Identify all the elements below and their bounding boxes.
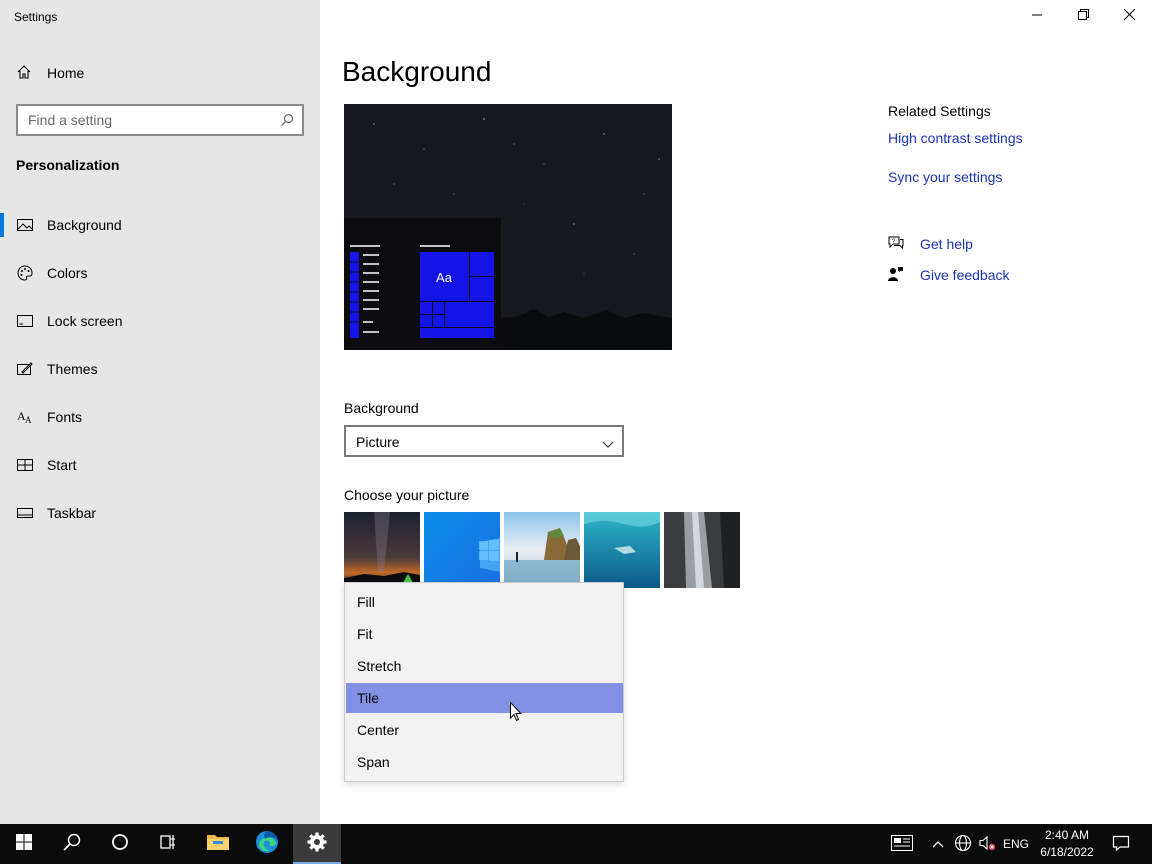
picture-thumbnail-night-sky[interactable] [344, 512, 420, 588]
search-input[interactable] [18, 106, 268, 134]
background-type-value: Picture [356, 434, 400, 450]
clock[interactable]: 2:40 AM 6/18/2022 [1032, 827, 1102, 861]
window-title: Settings [14, 10, 58, 24]
picture-icon [17, 217, 33, 233]
fit-option-fit[interactable]: Fit [346, 619, 623, 649]
minimize-icon [1032, 7, 1042, 25]
feedback-person-icon [888, 266, 904, 285]
sidebar-item-start[interactable]: Start [0, 445, 320, 485]
chevron-up-icon [932, 837, 944, 851]
chevron-down-icon [602, 436, 614, 452]
page-title: Background [342, 56, 492, 87]
search-taskbar-button[interactable] [48, 824, 96, 864]
taskbar-icon [17, 505, 33, 521]
sidebar-item-taskbar[interactable]: Taskbar [0, 493, 320, 533]
fit-option-tile[interactable]: Tile [346, 683, 623, 713]
sidebar-item-label: Background [47, 217, 122, 233]
globe-network-icon [954, 834, 972, 855]
related-settings-title: Related Settings [888, 103, 991, 119]
svg-text:A: A [25, 415, 32, 425]
give-feedback-link[interactable]: Give feedback [888, 266, 1038, 284]
get-help-link[interactable]: ? Get help [888, 235, 1038, 253]
lock-screen-icon [17, 313, 33, 329]
home-label: Home [47, 65, 85, 81]
fit-option-fill[interactable]: Fill [346, 587, 623, 617]
fit-option-span[interactable]: Span [346, 747, 623, 777]
file-explorer-button[interactable] [194, 824, 242, 864]
chat-help-icon: ? [888, 235, 904, 254]
preview-tile-label: Aa [436, 270, 453, 285]
sync-settings-link[interactable]: Sync your settings [888, 169, 1002, 185]
picture-thumbnail-underwater[interactable] [584, 512, 660, 588]
start-button[interactable] [0, 824, 48, 864]
themes-brush-icon [17, 361, 33, 377]
volume-muted-icon [978, 834, 996, 855]
news-widget-button[interactable] [884, 824, 920, 864]
cortana-circle-icon [111, 833, 129, 856]
edge-browser-button[interactable] [243, 824, 291, 864]
start-tiles-icon [17, 457, 33, 473]
background-type-label: Background [344, 400, 419, 416]
sidebar-item-lock-screen[interactable]: Lock screen [0, 301, 320, 341]
input-language-button[interactable]: ENG [1000, 824, 1032, 864]
home-nav[interactable]: Home [16, 62, 84, 84]
fit-option-stretch[interactable]: Stretch [346, 651, 623, 681]
fonts-icon: AA [17, 409, 33, 425]
settings-taskbar-button[interactable] [293, 824, 341, 864]
home-icon [16, 64, 32, 83]
section-title: Personalization [16, 157, 120, 173]
sidebar-item-background[interactable]: Background [0, 205, 320, 245]
picture-thumbnail-waterfall[interactable] [664, 512, 740, 588]
give-feedback-label: Give feedback [920, 267, 1010, 283]
minimize-button[interactable] [1014, 0, 1060, 32]
search-icon [63, 833, 81, 856]
folder-icon [206, 832, 230, 857]
gear-icon [307, 832, 327, 857]
task-view-icon [159, 833, 177, 856]
network-button[interactable] [952, 824, 974, 864]
clock-date: 6/18/2022 [1040, 845, 1094, 859]
restore-icon [1077, 7, 1089, 25]
background-type-select[interactable]: Picture [344, 425, 624, 457]
picture-thumbnail-beach-rocks[interactable] [504, 512, 580, 588]
preview-stars: Aa [344, 104, 672, 350]
search-icon[interactable] [280, 113, 294, 132]
sidebar-item-label: Colors [47, 265, 88, 281]
edge-browser-icon [255, 830, 279, 859]
sidebar: Settings Home Personalization Background… [0, 0, 320, 824]
fit-option-center[interactable]: Center [346, 715, 623, 745]
mouse-cursor-icon [510, 701, 523, 727]
restore-button[interactable] [1060, 0, 1106, 32]
close-icon [1123, 7, 1135, 25]
sidebar-item-label: Fonts [47, 409, 83, 425]
sidebar-item-label: Themes [47, 361, 98, 377]
sidebar-item-colors[interactable]: Colors [0, 253, 320, 293]
task-view-button[interactable] [144, 824, 192, 864]
clock-time: 2:40 AM [1044, 828, 1090, 842]
close-button[interactable] [1106, 0, 1152, 32]
cortana-button[interactable] [96, 824, 144, 864]
sidebar-item-label: Lock screen [47, 313, 123, 329]
choose-picture-label: Choose your picture [344, 487, 470, 503]
sidebar-item-fonts[interactable]: AA Fonts [0, 397, 320, 437]
high-contrast-settings-link[interactable]: High contrast settings [888, 130, 1023, 146]
sidebar-item-label: Taskbar [47, 505, 97, 521]
volume-button[interactable] [976, 824, 998, 864]
palette-icon [17, 265, 33, 281]
notification-icon [1112, 834, 1130, 855]
desktop-preview: Aa [344, 104, 672, 350]
sidebar-item-label: Start [47, 457, 77, 473]
action-center-button[interactable] [1106, 824, 1136, 864]
sidebar-item-themes[interactable]: Themes [0, 349, 320, 389]
news-icon [891, 834, 913, 854]
show-hidden-icons-button[interactable] [928, 824, 948, 864]
search-box[interactable] [16, 104, 304, 136]
picture-thumbnail-windows-blue[interactable] [424, 512, 500, 588]
windows-logo-icon [16, 833, 32, 855]
get-help-label: Get help [920, 236, 973, 252]
fit-dropdown-menu[interactable]: Fill Fit Stretch Tile Center Span [344, 582, 624, 782]
taskbar: ENG 2:40 AM 6/18/2022 [0, 824, 1152, 864]
